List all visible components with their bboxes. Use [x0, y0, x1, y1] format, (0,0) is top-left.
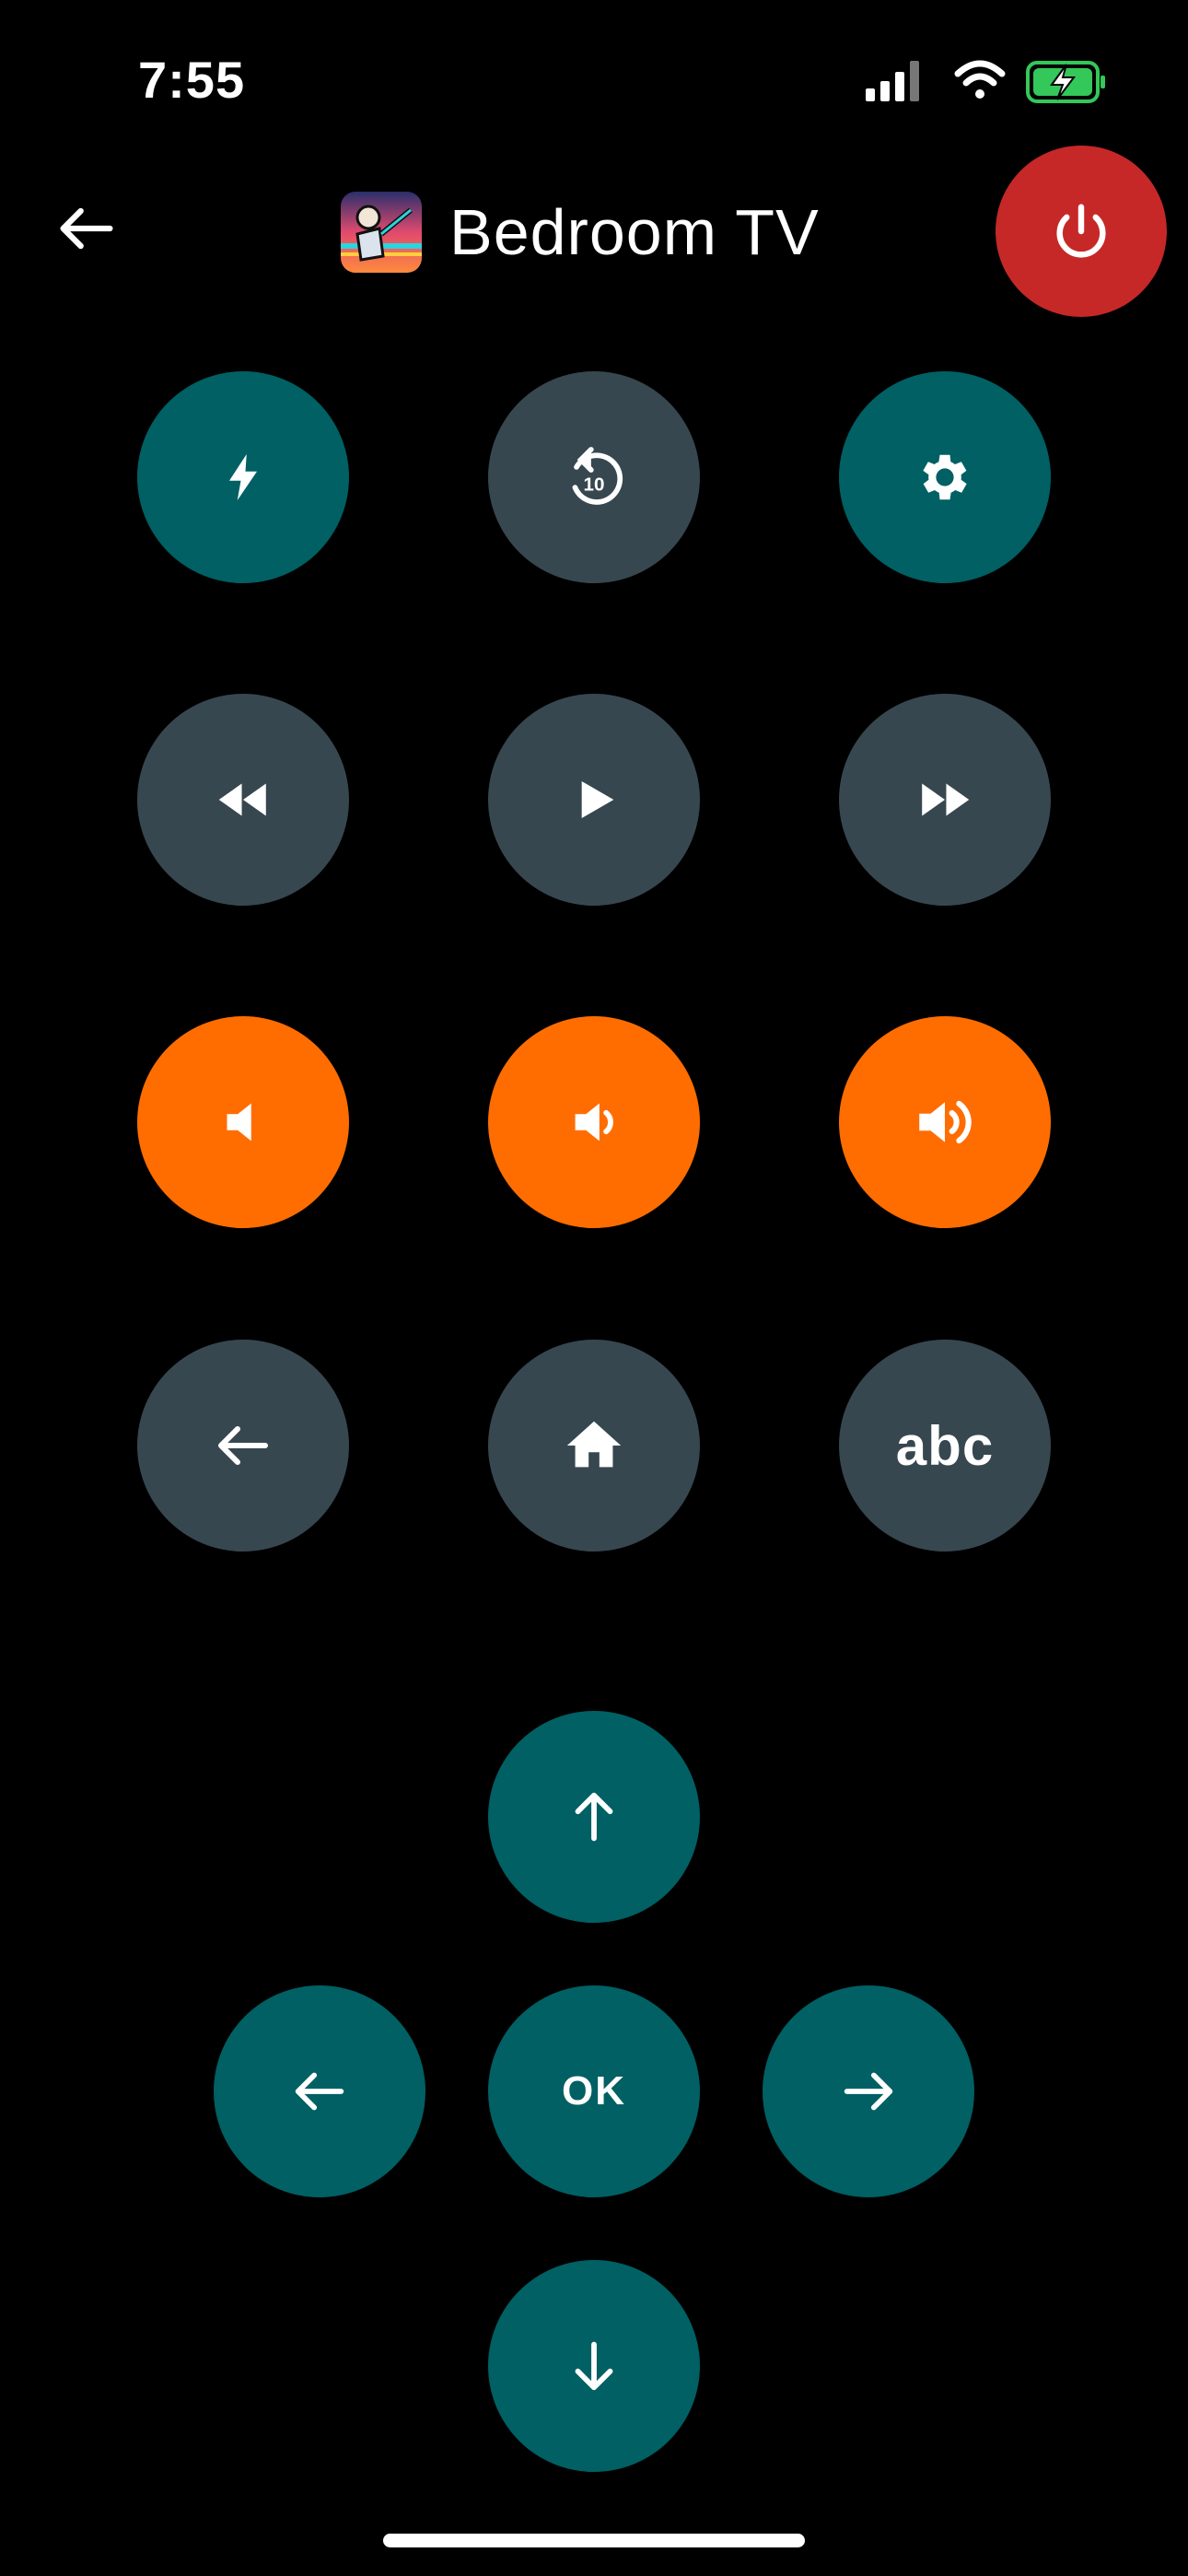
arrow-down-icon	[575, 2341, 613, 2391]
volume-mute-button[interactable]	[137, 1016, 349, 1228]
battery-charging-icon	[1026, 61, 1105, 103]
dpad-ok-button[interactable]: OK	[488, 1985, 700, 2197]
volume-down-button[interactable]	[488, 1016, 700, 1228]
home-indicator[interactable]	[383, 2534, 805, 2547]
gear-icon	[923, 454, 967, 500]
replay-10-icon: 10	[572, 447, 623, 505]
signal-icon	[866, 61, 919, 101]
power-icon	[1056, 204, 1106, 258]
play-icon	[581, 781, 614, 818]
flash-icon	[229, 454, 257, 500]
play-button[interactable]	[488, 694, 700, 906]
arrow-left-icon	[295, 2072, 344, 2111]
volume-up-icon	[919, 1100, 972, 1144]
keyboard-button[interactable]: abc	[839, 1340, 1051, 1551]
dpad-right-button[interactable]	[763, 1985, 974, 2197]
dpad-up-button[interactable]	[488, 1711, 700, 1923]
rewind-icon	[218, 783, 266, 816]
status-icons	[866, 57, 1105, 105]
svg-text:10: 10	[584, 474, 605, 495]
arrow-left-icon	[60, 207, 113, 250]
settings-button[interactable]	[839, 371, 1051, 583]
volume-up-button[interactable]	[839, 1016, 1051, 1228]
dpad-down-button[interactable]	[488, 2260, 700, 2472]
back-button[interactable]	[52, 193, 122, 263]
home-button[interactable]	[488, 1340, 700, 1551]
volume-down-icon	[575, 1103, 613, 1142]
rewind-button[interactable]	[137, 694, 349, 906]
status-time: 7:55	[138, 51, 246, 109]
fast-forward-icon	[922, 783, 970, 816]
dpad-left-button[interactable]	[214, 1985, 425, 2197]
power-button[interactable]	[996, 146, 1167, 317]
replay-10-button[interactable]: 10	[488, 371, 700, 583]
wifi-icon	[954, 60, 1006, 99]
nav-back-button[interactable]	[137, 1340, 349, 1551]
arrow-up-icon	[575, 1792, 613, 1842]
arrow-right-icon	[844, 2072, 893, 2111]
keyboard-label: abc	[895, 1414, 995, 1477]
fast-forward-button[interactable]	[839, 694, 1051, 906]
volume-mute-icon	[227, 1103, 251, 1142]
quick-action-button[interactable]	[137, 371, 349, 583]
page-title: Bedroom TV	[449, 196, 820, 268]
arrow-left-icon	[218, 1426, 268, 1465]
ok-label: OK	[562, 2068, 626, 2113]
app-avatar-icon	[341, 192, 422, 273]
home-icon	[566, 1421, 622, 1468]
